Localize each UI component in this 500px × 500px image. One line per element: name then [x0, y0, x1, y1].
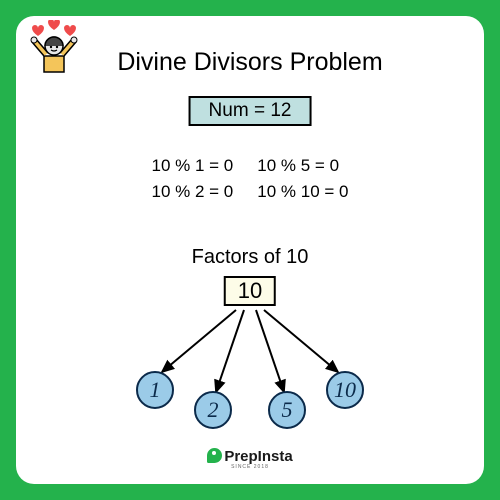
equations-left: 10 % 1 = 0 10 % 2 = 0	[152, 156, 234, 202]
factor-node: 2	[194, 391, 232, 429]
brand-tagline: SINCE 2018	[16, 464, 484, 470]
content-card: Divine Divisors Problem Num = 12 10 % 1 …	[16, 16, 484, 484]
brand-logo-icon	[207, 448, 222, 463]
factor-node: 5	[268, 391, 306, 429]
factors-heading: Factors of 10	[16, 246, 484, 269]
num-box: Num = 12	[189, 96, 312, 126]
equations-block: 10 % 1 = 0 10 % 2 = 0 10 % 5 = 0 10 % 10…	[16, 156, 484, 202]
factor-tree: 1 2 5 10	[16, 276, 484, 426]
equation: 10 % 2 = 0	[152, 182, 234, 202]
tree-arrows	[16, 276, 484, 426]
factor-node: 10	[326, 371, 364, 409]
brand-name: PrepInsta	[224, 448, 292, 465]
equation: 10 % 5 = 0	[257, 156, 348, 176]
equation: 10 % 10 = 0	[257, 182, 348, 202]
equations-right: 10 % 5 = 0 10 % 10 = 0	[257, 156, 348, 202]
factor-node: 1	[136, 371, 174, 409]
equation: 10 % 1 = 0	[152, 156, 234, 176]
page-title: Divine Divisors Problem	[16, 48, 484, 77]
brand-footer: PrepInsta SINCE 2018	[16, 448, 484, 470]
